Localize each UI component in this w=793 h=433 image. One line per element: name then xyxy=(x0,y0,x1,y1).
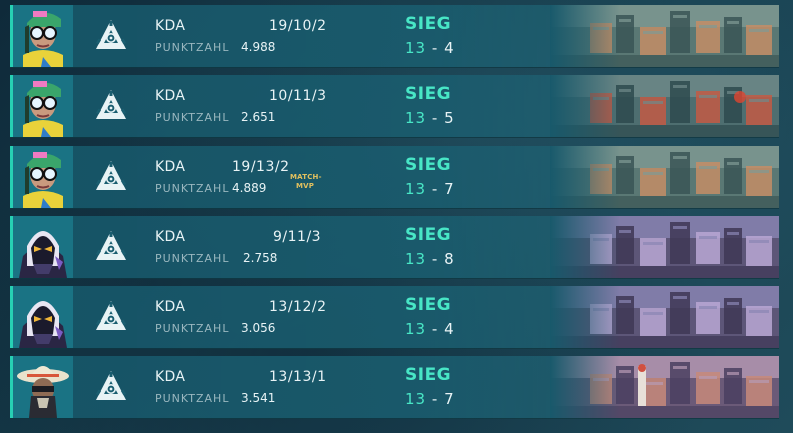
agent-glasses-portrait-icon xyxy=(13,5,73,67)
match-row[interactable]: KDA 13/13/1 PUNKTZAHL 3.541 SIEG 13 - 7 xyxy=(10,356,779,419)
agent-hooded-portrait-icon xyxy=(13,216,73,278)
team-score: 13 xyxy=(405,180,427,198)
score-label: PUNKTZAHL xyxy=(155,252,230,265)
score-dash: - xyxy=(431,109,439,127)
kda-label: KDA xyxy=(155,18,186,34)
score-dash: - xyxy=(431,250,439,268)
enemy-score: 4 xyxy=(444,320,455,338)
match-score: 13 - 4 xyxy=(405,39,455,57)
match-mvp-badge: MATCH- MVP xyxy=(290,173,322,190)
score-dash: - xyxy=(431,180,439,198)
team-score: 13 xyxy=(405,39,427,57)
enemy-score: 5 xyxy=(444,109,455,127)
match-score: 13 - 7 xyxy=(405,180,455,198)
enemy-score: 7 xyxy=(444,180,455,198)
match-result: SIEG xyxy=(405,225,452,245)
kda-value: 9/11/3 xyxy=(273,229,322,245)
kda-label: KDA xyxy=(155,299,186,315)
score-value: 3.541 xyxy=(241,391,276,405)
map-fade xyxy=(550,216,620,278)
map-fade xyxy=(550,146,620,208)
rank-icon xyxy=(94,88,128,124)
enemy-score: 8 xyxy=(444,250,455,268)
kda-value: 10/11/3 xyxy=(269,88,327,104)
agent-glasses-portrait-icon xyxy=(13,75,73,137)
score-label: PUNKTZAHL xyxy=(155,392,230,405)
kda-label: KDA xyxy=(155,159,186,175)
kda-label: KDA xyxy=(155,369,186,385)
map-fade xyxy=(550,356,620,418)
team-score: 13 xyxy=(405,109,427,127)
rank-icon xyxy=(94,299,128,335)
team-score: 13 xyxy=(405,320,427,338)
match-row[interactable]: KDA 10/11/3 PUNKTZAHL 2.651 SIEG 13 - 5 xyxy=(10,75,779,138)
match-result: SIEG xyxy=(405,295,452,315)
score-value: 4.988 xyxy=(241,40,276,54)
match-score: 13 - 8 xyxy=(405,250,455,268)
match-result: SIEG xyxy=(405,365,452,385)
map-fade xyxy=(550,5,620,67)
kda-value: 13/12/2 xyxy=(269,299,327,315)
score-value: 3.056 xyxy=(241,321,276,335)
score-dash: - xyxy=(431,320,439,338)
team-score: 13 xyxy=(405,250,427,268)
match-result: SIEG xyxy=(405,14,452,34)
map-fade xyxy=(550,75,620,137)
score-value: 2.758 xyxy=(243,251,278,265)
match-row[interactable]: KDA 9/11/3 PUNKTZAHL 2.758 SIEG 13 - 8 xyxy=(10,216,779,279)
kda-label: KDA xyxy=(155,229,186,245)
rank-icon xyxy=(94,18,128,54)
score-value: 4.889 xyxy=(232,181,267,195)
rank-icon xyxy=(94,369,128,405)
agent-hooded-portrait-icon xyxy=(13,286,73,348)
match-row[interactable]: KDA 13/12/2 PUNKTZAHL 3.056 SIEG 13 - 4 xyxy=(10,286,779,349)
score-label: PUNKTZAHL xyxy=(155,322,230,335)
match-row[interactable]: KDA 19/13/2 PUNKTZAHL 4.889 MATCH- MVP SI… xyxy=(10,146,779,209)
score-label: PUNKTZAHL xyxy=(155,111,230,124)
kda-value: 19/10/2 xyxy=(269,18,327,34)
agent-glasses-portrait-icon xyxy=(13,146,73,208)
score-label: PUNKTZAHL xyxy=(155,182,230,195)
score-label: PUNKTZAHL xyxy=(155,41,230,54)
match-result: SIEG xyxy=(405,155,452,175)
rank-icon xyxy=(94,159,128,195)
match-score: 13 - 4 xyxy=(405,320,455,338)
team-score: 13 xyxy=(405,390,427,408)
match-score: 13 - 5 xyxy=(405,109,455,127)
score-dash: - xyxy=(431,390,439,408)
map-fade xyxy=(550,286,620,348)
score-dash: - xyxy=(431,39,439,57)
rank-icon xyxy=(94,229,128,265)
kda-label: KDA xyxy=(155,88,186,104)
score-value: 2.651 xyxy=(241,110,276,124)
match-result: SIEG xyxy=(405,84,452,104)
enemy-score: 4 xyxy=(444,39,455,57)
match-score: 13 - 7 xyxy=(405,390,455,408)
kda-value: 13/13/1 xyxy=(269,369,327,385)
kda-value: 19/13/2 xyxy=(232,159,290,175)
match-row[interactable]: KDA 19/10/2 PUNKTZAHL 4.988 SIEG 13 - 4 xyxy=(10,5,779,68)
enemy-score: 7 xyxy=(444,390,455,408)
agent-hat-portrait-icon xyxy=(13,356,73,418)
